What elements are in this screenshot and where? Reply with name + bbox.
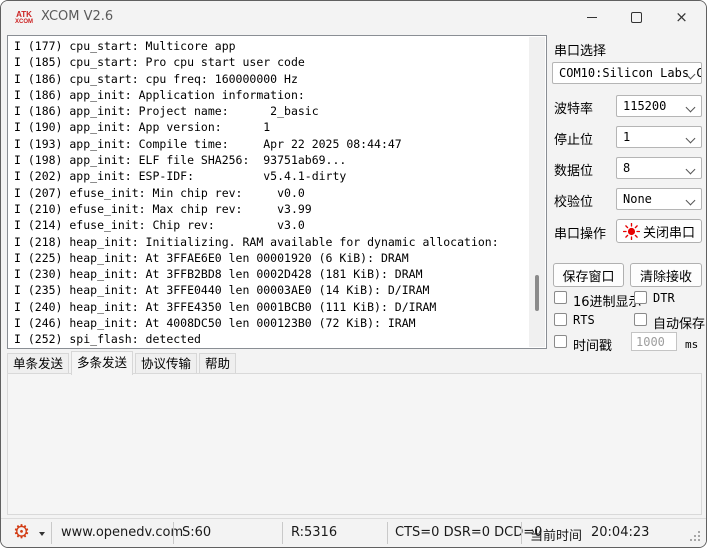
parity-select[interactable]: None xyxy=(616,188,702,210)
close-button[interactable]: × xyxy=(659,1,704,33)
timestamp-interval-input[interactable] xyxy=(631,332,677,351)
auto-save-checkbox[interactable] xyxy=(634,313,647,326)
close-port-button[interactable]: 关闭串口 xyxy=(616,219,702,243)
timestamp-label: 时间戳 xyxy=(573,335,612,354)
status-bar: ⚙ www.openedv.com S:60 R:5316 CTS=0 DSR=… xyxy=(1,518,706,547)
timestamp-unit-label: ms xyxy=(685,338,698,351)
minimize-icon xyxy=(587,17,597,18)
app-icon-text-top: ATK xyxy=(16,10,32,19)
clear-receive-button[interactable]: 清除接收 xyxy=(630,263,702,287)
baud-select-value: 115200 xyxy=(623,99,666,113)
databits-select[interactable]: 8 xyxy=(616,157,702,179)
receive-log-text[interactable]: I (177) cpu_start: Multicore app I (185)… xyxy=(8,36,534,348)
minimize-button[interactable] xyxy=(569,1,614,33)
sent-count: S:60 xyxy=(182,525,211,540)
received-count: R:5316 xyxy=(291,525,337,540)
statusbar-divider xyxy=(173,522,174,544)
close-port-label: 关闭串口 xyxy=(643,222,695,241)
close-icon: × xyxy=(675,10,688,25)
statusbar-divider xyxy=(282,522,283,544)
receive-log-area[interactable]: I (177) cpu_start: Multicore app I (185)… xyxy=(7,35,547,349)
timestamp-checkbox[interactable] xyxy=(554,335,567,348)
dtr-checkbox[interactable] xyxy=(634,291,647,304)
app-icon-text-bottom: XCOM xyxy=(15,19,33,25)
multi-send-panel xyxy=(7,373,702,515)
operation-label: 串口操作 xyxy=(554,223,606,242)
baud-label: 波特率 xyxy=(554,98,593,117)
statusbar-divider xyxy=(387,522,388,544)
statusbar-divider xyxy=(521,522,522,544)
chevron-down-icon xyxy=(686,134,696,144)
log-scrollbar-thumb[interactable] xyxy=(535,275,539,311)
port-select-value: COM10:Silicon Labs CP xyxy=(559,66,702,80)
gear-dropdown-arrow-icon[interactable] xyxy=(39,532,45,536)
resize-grip[interactable] xyxy=(690,531,692,533)
parity-label: 校验位 xyxy=(554,191,593,210)
baud-select[interactable]: 115200 xyxy=(616,95,702,117)
title-bar: ATK XCOM XCOM V2.6 × xyxy=(1,1,706,33)
databits-label: 数据位 xyxy=(554,160,593,179)
rts-checkbox[interactable] xyxy=(554,313,567,326)
statusbar-divider xyxy=(51,522,52,544)
chevron-down-icon xyxy=(686,103,696,113)
maximize-button[interactable] xyxy=(614,1,659,33)
save-window-button[interactable]: 保存窗口 xyxy=(553,263,624,287)
databits-select-value: 8 xyxy=(623,161,630,175)
current-time-value: 20:04:23 xyxy=(591,525,649,540)
tab-help[interactable]: 帮助 xyxy=(199,353,236,374)
current-time-label: 当前时间 xyxy=(530,525,582,544)
port-select[interactable]: COM10:Silicon Labs CP xyxy=(552,62,702,84)
hex-display-label: 16进制显示 xyxy=(573,291,642,310)
website-link[interactable]: www.openedv.com xyxy=(61,525,183,540)
tab-single-send[interactable]: 单条发送 xyxy=(7,353,69,374)
gear-icon[interactable]: ⚙ xyxy=(13,521,30,543)
app-icon: ATK XCOM xyxy=(13,7,35,27)
hex-display-checkbox[interactable] xyxy=(554,291,567,304)
port-led-icon xyxy=(623,223,640,240)
chevron-down-icon xyxy=(686,165,696,175)
send-tabs: 单条发送 多条发送 协议传输 帮助 xyxy=(7,352,238,374)
parity-select-value: None xyxy=(623,192,652,206)
xcom-window: ATK XCOM XCOM V2.6 × I (177) cpu_start: … xyxy=(0,0,707,548)
auto-save-label: 自动保存 xyxy=(653,313,705,332)
chevron-down-icon xyxy=(686,196,696,206)
stopbits-label: 停止位 xyxy=(554,129,593,148)
tab-protocol-transfer[interactable]: 协议传输 xyxy=(135,353,197,374)
dtr-label: DTR xyxy=(653,291,675,305)
maximize-icon xyxy=(631,12,642,23)
tab-multi-send[interactable]: 多条发送 xyxy=(71,351,133,375)
port-section-label: 串口选择 xyxy=(554,40,606,59)
log-scrollbar[interactable] xyxy=(529,37,545,347)
rts-label: RTS xyxy=(573,313,595,327)
stopbits-select[interactable]: 1 xyxy=(616,126,702,148)
stopbits-select-value: 1 xyxy=(623,130,630,144)
window-title: XCOM V2.6 xyxy=(41,9,113,24)
